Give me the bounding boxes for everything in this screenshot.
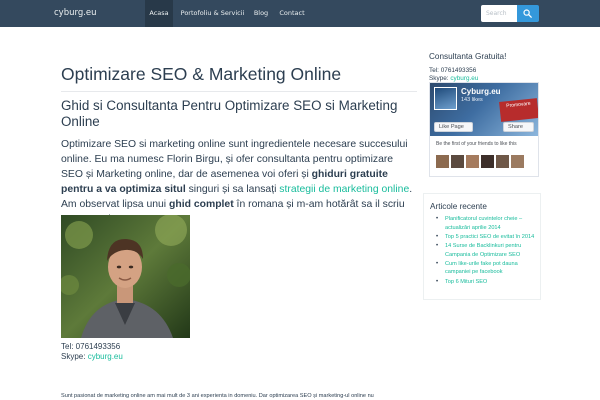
recent-article-link[interactable]: Cum like-urile fake pot dauna campaniei …	[430, 260, 538, 277]
sidebar-title: Consultanta Gratuita!	[429, 52, 507, 61]
facebook-likes-count: 143 likes	[461, 97, 483, 103]
sidebar: Consultanta Gratuita! Tel: 0761493356 Sk…	[429, 52, 541, 177]
facebook-friends-text: Be the first of your friends to like thi…	[436, 141, 517, 147]
friend-avatar[interactable]	[451, 155, 464, 168]
skype-link[interactable]: cyburg.eu	[88, 352, 123, 361]
facebook-friend-faces	[436, 155, 536, 169]
friend-avatar[interactable]	[436, 155, 449, 168]
contact-info: Tel: 0761493356 Skype: cyburg.eu	[61, 342, 123, 362]
facebook-share-button[interactable]: Share	[503, 122, 534, 132]
recent-article-link[interactable]: Top 5 practici SEO de evitat în 2014	[430, 233, 538, 242]
main-content: Optimizare SEO & Marketing Online Ghid s…	[61, 62, 417, 399]
friend-avatar[interactable]	[466, 155, 479, 168]
search-icon	[523, 9, 532, 18]
page-subtitle: Ghid si Consultanta Pentru Optimizare SE…	[61, 98, 398, 129]
nav-item-acasa[interactable]: Acasa	[145, 0, 173, 27]
facebook-like-label: Like Page	[439, 124, 464, 130]
friend-avatar[interactable]	[511, 155, 524, 168]
facebook-page-name[interactable]: Cyburg.eu	[461, 87, 501, 96]
facebook-like-button[interactable]: Like Page	[434, 122, 473, 132]
sidebar-contact: Tel: 0761493356 Skype: cyburg.eu	[429, 67, 478, 83]
facebook-share-label: Share	[508, 124, 523, 130]
friend-avatar[interactable]	[481, 155, 494, 168]
marketing-strategies-link[interactable]: strategii de marketing online	[279, 184, 409, 195]
contact-skype: Skype: cyburg.eu	[61, 352, 123, 361]
recent-articles-list: Planificatorul cuvintelor cheie – actual…	[430, 215, 538, 287]
facebook-promo-banner: Promovare	[499, 98, 538, 122]
author-photo	[61, 215, 190, 338]
search-button[interactable]	[517, 5, 539, 22]
recent-article-link[interactable]: 14 Surse de Backlinkuri pentru Campania …	[430, 242, 538, 259]
nav-item-blog[interactable]: Blog	[249, 0, 273, 27]
nav-item-contact[interactable]: Contact	[276, 0, 308, 27]
brand-logo[interactable]: cyburg.eu	[54, 0, 97, 27]
sidebar-skype-link[interactable]: cyburg.eu	[450, 75, 478, 82]
friend-avatar[interactable]	[496, 155, 509, 168]
contact-tel: Tel: 0761493356	[61, 342, 121, 351]
search-input[interactable]	[481, 5, 517, 22]
facebook-cover: Cyburg.eu 143 likes Promovare Like Page …	[430, 83, 538, 136]
recent-article-link[interactable]: Planificatorul cuvintelor cheie – actual…	[430, 215, 538, 232]
intro-paragraph: Optimizare SEO si marketing online sunt …	[61, 139, 413, 225]
recent-articles-title: Articole recente	[430, 202, 487, 211]
bio-paragraph: Sunt pasionat de marketing online am mai…	[61, 393, 374, 399]
page-title: Optimizare SEO & Marketing Online	[61, 64, 342, 84]
top-navbar: cyburg.eu Acasa Portofoliu & Servicii Bl…	[0, 0, 600, 27]
sidebar-tel: Tel: 0761493356	[429, 67, 477, 74]
facebook-page-widget[interactable]: Cyburg.eu 143 likes Promovare Like Page …	[429, 82, 539, 177]
nav-item-portofoliu[interactable]: Portofoliu & Servicii	[176, 0, 249, 27]
recent-article-link[interactable]: Top 6 Mituri SEO	[430, 278, 538, 287]
recent-articles-box: Articole recente Planificatorul cuvintel…	[423, 193, 541, 300]
title-divider	[61, 91, 417, 92]
facebook-page-thumbnail[interactable]	[434, 87, 457, 110]
